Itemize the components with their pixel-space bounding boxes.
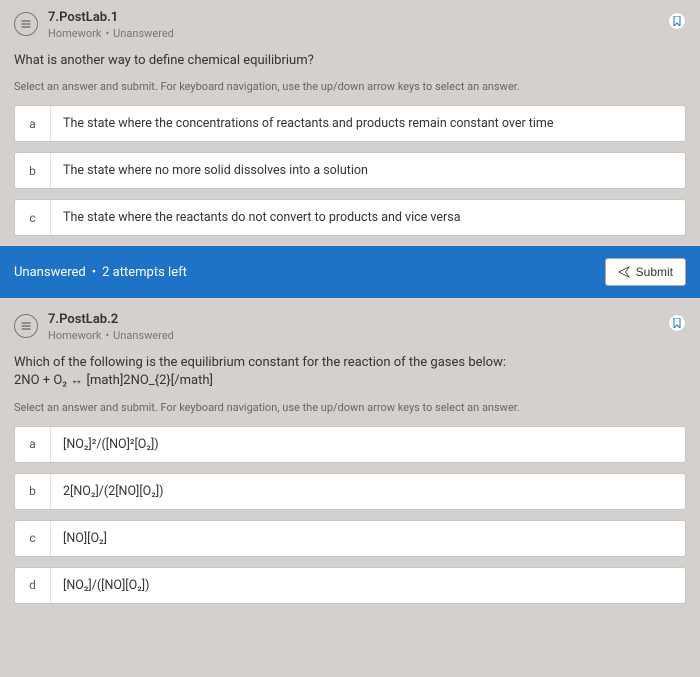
bookmark-icon[interactable] xyxy=(668,314,686,332)
submit-button[interactable]: Submit xyxy=(605,258,686,286)
answer-option-c[interactable]: c The state where the reactants do not c… xyxy=(14,199,686,236)
question-header: 7.PostLab.2 Homework•Unanswered xyxy=(14,312,686,342)
option-letter: a xyxy=(15,106,51,141)
answer-option-c[interactable]: c [NO][O₂] xyxy=(14,520,686,557)
list-icon xyxy=(14,314,38,338)
option-text: The state where the reactants do not con… xyxy=(51,200,685,235)
question-id: 7.PostLab.1 xyxy=(48,10,174,25)
instruction-text: Select an answer and submit. For keyboar… xyxy=(14,401,686,414)
status: Unanswered xyxy=(113,27,174,40)
category: Homework xyxy=(48,329,101,342)
footer-attempts: 2 attempts left xyxy=(102,265,187,280)
answer-option-b[interactable]: b The state where no more solid dissolve… xyxy=(14,152,686,189)
option-letter: c xyxy=(15,521,51,556)
option-text: The state where the concentrations of re… xyxy=(51,106,685,141)
question-prefix: Which of the following is the equilibriu… xyxy=(14,355,506,370)
instruction-text: Select an answer and submit. For keyboar… xyxy=(14,80,686,93)
question-meta: Homework•Unanswered xyxy=(48,329,174,342)
answer-option-a[interactable]: a The state where the concentrations of … xyxy=(14,105,686,142)
footer-unanswered: Unanswered xyxy=(14,265,86,280)
footer-status: Unanswered•2 attempts left xyxy=(14,265,187,280)
question-meta: Homework•Unanswered xyxy=(48,27,174,40)
option-letter: c xyxy=(15,200,51,235)
send-icon xyxy=(618,266,630,278)
option-letter: b xyxy=(15,153,51,188)
status: Unanswered xyxy=(113,329,174,342)
submit-label: Submit xyxy=(636,265,673,279)
question-footer: Unanswered•2 attempts left Submit xyxy=(0,246,700,298)
option-text: 2[NO₂]/(2[NO][O₂]) xyxy=(51,474,685,509)
option-letter: d xyxy=(15,568,51,603)
answer-option-a[interactable]: a [NO₂]²/([NO]²[O₂]) xyxy=(14,426,686,463)
question-text: What is another way to define chemical e… xyxy=(14,52,686,70)
question-text: Which of the following is the equilibriu… xyxy=(14,354,686,390)
question-2: 7.PostLab.2 Homework•Unanswered Which of… xyxy=(0,298,700,603)
header-text: 7.PostLab.1 Homework•Unanswered xyxy=(48,10,174,40)
question-id: 7.PostLab.2 xyxy=(48,312,174,327)
category: Homework xyxy=(48,27,101,40)
option-text: [NO][O₂] xyxy=(51,521,685,556)
question-equation: 2NO + O₂ ↔ [math]2NO_{2}[/math] xyxy=(14,373,213,388)
option-text: [NO₂]/([NO][O₂]) xyxy=(51,568,685,603)
question-header: 7.PostLab.1 Homework•Unanswered xyxy=(14,10,686,40)
list-icon xyxy=(14,12,38,36)
question-1: 7.PostLab.1 Homework•Unanswered What is … xyxy=(0,0,700,236)
answer-option-d[interactable]: d [NO₂]/([NO][O₂]) xyxy=(14,567,686,604)
bookmark-icon[interactable] xyxy=(668,12,686,30)
header-text: 7.PostLab.2 Homework•Unanswered xyxy=(48,312,174,342)
option-text: The state where no more solid dissolves … xyxy=(51,153,685,188)
option-letter: a xyxy=(15,427,51,462)
option-letter: b xyxy=(15,474,51,509)
answer-option-b[interactable]: b 2[NO₂]/(2[NO][O₂]) xyxy=(14,473,686,510)
option-text: [NO₂]²/([NO]²[O₂]) xyxy=(51,427,685,462)
